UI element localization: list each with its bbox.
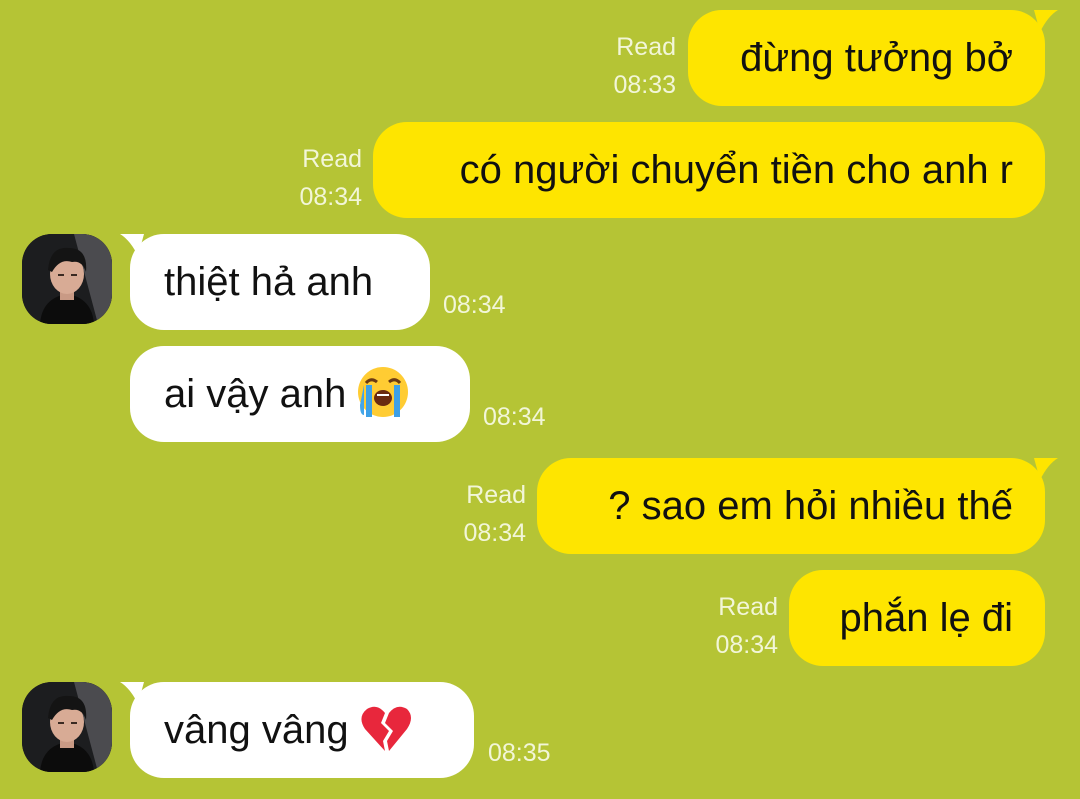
message-meta: Read 08:33 bbox=[560, 28, 676, 104]
message-text: có người chuyển tiền cho anh r bbox=[459, 148, 1013, 192]
read-status: Read bbox=[718, 593, 778, 621]
message-bubble[interactable]: vâng vâng bbox=[130, 682, 474, 778]
broken-heart-icon bbox=[361, 706, 411, 751]
message-time: 08:34 bbox=[715, 631, 778, 659]
message-bubble[interactable]: phắn lẹ đi bbox=[789, 570, 1045, 666]
message-time: 08:34 bbox=[299, 183, 362, 211]
message-bubble[interactable]: ? sao em hỏi nhiều thế bbox=[537, 458, 1045, 554]
loudly-crying-face-icon bbox=[358, 367, 409, 417]
message-text: thiệt hả anh bbox=[164, 260, 374, 304]
message-bubble[interactable]: ai vậy anh bbox=[130, 346, 470, 442]
message-time: 08:34 bbox=[443, 291, 506, 319]
message-text: đừng tưởng bở bbox=[740, 36, 1013, 80]
message-time: 08:33 bbox=[613, 71, 676, 99]
read-status: Read bbox=[302, 145, 362, 173]
message-text: ai vậy anh bbox=[164, 372, 347, 416]
avatar-photo-icon bbox=[22, 234, 112, 324]
message-time: 08:35 bbox=[488, 739, 551, 767]
message-text: phắn lẹ đi bbox=[839, 596, 1013, 640]
message-time: 08:34 bbox=[483, 403, 546, 431]
bubble-tail-icon bbox=[1034, 10, 1058, 32]
message-meta: Read 08:34 bbox=[660, 588, 778, 664]
avatar[interactable] bbox=[22, 234, 112, 324]
read-status: Read bbox=[466, 481, 526, 509]
message-meta: Read 08:34 bbox=[244, 140, 362, 216]
avatar-photo-icon bbox=[22, 682, 112, 772]
message-bubble[interactable]: thiệt hả anh bbox=[130, 234, 430, 330]
avatar[interactable] bbox=[22, 682, 112, 772]
read-status: Read bbox=[616, 33, 676, 61]
message-text: ? sao em hỏi nhiều thế bbox=[608, 484, 1013, 528]
message-meta: Read 08:34 bbox=[408, 476, 526, 552]
message-time: 08:34 bbox=[463, 519, 526, 547]
message-bubble[interactable]: có người chuyển tiền cho anh r bbox=[373, 122, 1045, 218]
bubble-tail-icon bbox=[1034, 458, 1058, 480]
message-text: vâng vâng bbox=[164, 708, 349, 752]
message-bubble[interactable]: đừng tưởng bở bbox=[688, 10, 1045, 106]
